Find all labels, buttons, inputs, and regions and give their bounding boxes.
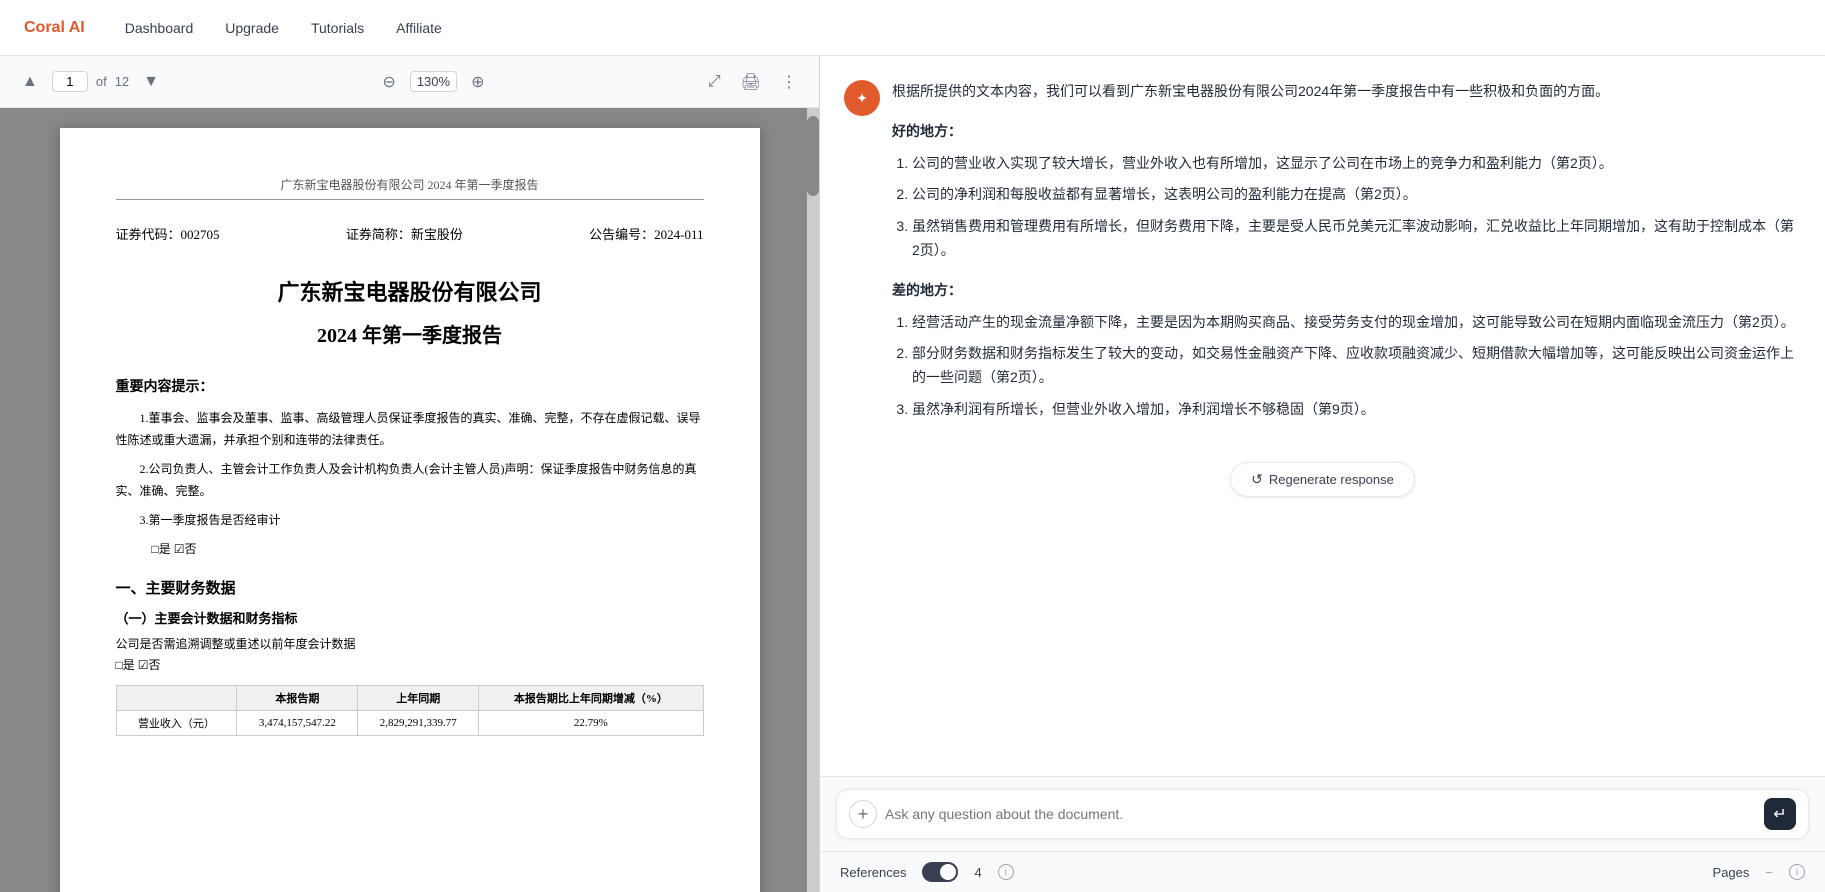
page-total: 12 [115, 74, 129, 89]
para3: 3.第一季度报告是否经审计 [116, 510, 704, 532]
meta-code: 证券代码：002705 [116, 224, 220, 243]
table-row: 营业收入（元） 3,474,157,547.22 2,829,291,339.7… [116, 710, 703, 735]
expand-icon: ⤢ [708, 73, 721, 91]
nav-dashboard[interactable]: Dashboard [125, 20, 194, 36]
chat-input-field[interactable] [885, 806, 1756, 822]
good-item-2: 公司的净利润和每股收益都有显著增长，这表明公司的盈利能力在提高（第2页）。 [912, 183, 1801, 207]
good-label: 好的地方： [892, 120, 1801, 144]
row-col1: 3,474,157,547.22 [237, 710, 358, 735]
col-change: 本报告期比上年同期增减（%） [479, 685, 703, 710]
pdf-panel: ▲ of 12 ▼ ⊖ 130% ⊕ ⤢ 🖨 ⋮ [0, 56, 820, 892]
zoom-in-icon: ⊕ [471, 72, 484, 92]
brand-logo[interactable]: Coral AI [24, 19, 85, 37]
more-options-button[interactable]: ⋮ [775, 68, 803, 96]
ai-avatar-icon: ✦ [856, 90, 868, 107]
nav-upgrade[interactable]: Upgrade [225, 20, 279, 36]
doc-title-main: 广东新宝电器股份有限公司 [116, 275, 704, 307]
chat-bottom-bar: References 4 i Pages − i [820, 851, 1825, 892]
zoom-out-button[interactable]: ⊖ [376, 68, 401, 96]
pdf-content[interactable]: 广东新宝电器股份有限公司 2024 年第一季度报告 证券代码：002705 证券… [0, 108, 819, 892]
meta-abbr: 证券简称：新宝股份 [346, 224, 463, 243]
para1: 1.董事会、监事会及董事、监事、高级管理人员保证季度报告的真实、准确、完整，不存… [116, 408, 704, 451]
ai-avatar: ✦ [844, 80, 880, 116]
references-label: References [840, 865, 906, 880]
pages-info-icon[interactable]: i [1789, 864, 1805, 880]
section1-title: 一、主要财务数据 [116, 577, 704, 598]
more-icon: ⋮ [781, 72, 797, 92]
doc-header: 广东新宝电器股份有限公司 2024 年第一季度报告 [116, 176, 704, 200]
chat-panel: ✦ 根据所提供的文本内容，我们可以看到广东新宝电器股份有限公司2024年第一季度… [820, 56, 1825, 892]
chat-attach-button[interactable]: + [849, 800, 877, 828]
table-note-yn: □是 ☑否 [116, 656, 704, 673]
bad-list: 经营活动产生的现金流量净额下降，主要是因为本期购买商品、接受劳务支付的现金增加，… [892, 311, 1801, 422]
references-toggle[interactable] [922, 862, 958, 882]
para2: 2.公司负责人、主管会计工作负责人及会计机构负责人(会计主管人员)声明：保证季度… [116, 459, 704, 502]
pdf-scrollbar[interactable] [807, 108, 819, 892]
zoom-out-icon: ⊖ [382, 72, 395, 92]
regenerate-label: Regenerate response [1269, 472, 1394, 487]
chat-bubble: 根据所提供的文本内容，我们可以看到广东新宝电器股份有限公司2024年第一季度报告… [892, 80, 1801, 434]
nav-affiliate[interactable]: Affiliate [396, 20, 442, 36]
row-col3: 22.79% [479, 710, 703, 735]
expand-button[interactable]: ⤢ [702, 69, 727, 95]
page-of-label: of [96, 74, 107, 89]
zoom-in-button[interactable]: ⊕ [465, 68, 490, 96]
doc-title-sub: 2024 年第一季度报告 [116, 319, 704, 348]
plus-icon: + [858, 804, 869, 825]
ai-message: ✦ 根据所提供的文本内容，我们可以看到广东新宝电器股份有限公司2024年第一季度… [844, 80, 1801, 434]
pages-label: Pages [1713, 865, 1750, 880]
row-label: 营业收入（元） [116, 710, 237, 735]
bad-item-3: 虽然净利润有所增长，但营业外收入增加，净利润增长不够稳固（第9页）。 [912, 398, 1801, 422]
row-col2: 2,829,291,339.77 [358, 710, 479, 735]
top-nav: Coral AI Dashboard Upgrade Tutorials Aff… [0, 0, 1825, 56]
send-icon: ↵ [1773, 804, 1786, 824]
important-title: 重要内容提示： [116, 376, 704, 396]
print-icon: 🖨 [741, 72, 761, 92]
regenerate-icon: ↺ [1251, 471, 1263, 488]
col-label [116, 685, 237, 710]
doc-meta: 证券代码：002705 证券简称：新宝股份 公告编号：2024-011 [116, 224, 704, 243]
good-list: 公司的营业收入实现了较大增长，营业外收入也有所增加，这显示了公司在市场上的竞争力… [892, 152, 1801, 263]
chat-send-button[interactable]: ↵ [1764, 798, 1796, 830]
page-number-input[interactable] [52, 71, 88, 92]
page-down-button[interactable]: ▼ [137, 69, 165, 95]
pdf-toolbar: ▲ of 12 ▼ ⊖ 130% ⊕ ⤢ 🖨 ⋮ [0, 56, 819, 108]
main-area: ▲ of 12 ▼ ⊖ 130% ⊕ ⤢ 🖨 ⋮ [0, 56, 1825, 892]
references-info-icon[interactable]: i [998, 864, 1014, 880]
chat-messages[interactable]: ✦ 根据所提供的文本内容，我们可以看到广东新宝电器股份有限公司2024年第一季度… [820, 56, 1825, 776]
nav-tutorials[interactable]: Tutorials [311, 20, 364, 36]
pages-minus[interactable]: − [1765, 865, 1773, 880]
chat-input-area: + ↵ References 4 i Pages − [820, 776, 1825, 892]
response-intro: 根据所提供的文本内容，我们可以看到广东新宝电器股份有限公司2024年第一季度报告… [892, 80, 1801, 104]
bad-label: 差的地方： [892, 279, 1801, 303]
good-item-1: 公司的营业收入实现了较大增长，营业外收入也有所增加，这显示了公司在市场上的竞争力… [912, 152, 1801, 176]
audit-yn: □是 ☑否 [116, 540, 704, 557]
regenerate-button[interactable]: ↺ Regenerate response [1230, 462, 1415, 497]
section1-sub: （一）主要会计数据和财务指标 [116, 608, 704, 627]
pdf-page: 广东新宝电器股份有限公司 2024 年第一季度报告 证券代码：002705 证券… [60, 128, 760, 892]
bad-item-2: 部分财务数据和财务指标发生了较大的变动，如交易性金融资产下降、应收款项融资减少、… [912, 342, 1801, 390]
print-button[interactable]: 🖨 [735, 68, 767, 96]
references-count: 4 [974, 865, 981, 880]
table-note: 公司是否需追溯调整或重述以前年度会计数据 [116, 635, 704, 652]
pdf-scrollbar-thumb[interactable] [807, 116, 819, 196]
meta-notice: 公告编号：2024-011 [589, 224, 703, 243]
section1: 一、主要财务数据 （一）主要会计数据和财务指标 公司是否需追溯调整或重述以前年度… [116, 577, 704, 736]
page-up-button[interactable]: ▲ [16, 69, 44, 95]
col-current: 本报告期 [237, 685, 358, 710]
bad-item-1: 经营活动产生的现金流量净额下降，主要是因为本期购买商品、接受劳务支付的现金增加，… [912, 311, 1801, 335]
good-item-3: 虽然销售费用和管理费用有所增长，但财务费用下降，主要是受人民币兑美元汇率波动影响… [912, 215, 1801, 263]
regenerate-area: ↺ Regenerate response [844, 454, 1801, 513]
col-prior: 上年同期 [358, 685, 479, 710]
chat-input-box: + ↵ [836, 789, 1809, 839]
financial-table: 本报告期 上年同期 本报告期比上年同期增减（%） 营业收入（元） 3,474,1… [116, 685, 704, 736]
zoom-level[interactable]: 130% [410, 71, 457, 92]
table: 本报告期 上年同期 本报告期比上年同期增减（%） 营业收入（元） 3,474,1… [116, 685, 704, 736]
toggle-thumb [940, 864, 956, 880]
